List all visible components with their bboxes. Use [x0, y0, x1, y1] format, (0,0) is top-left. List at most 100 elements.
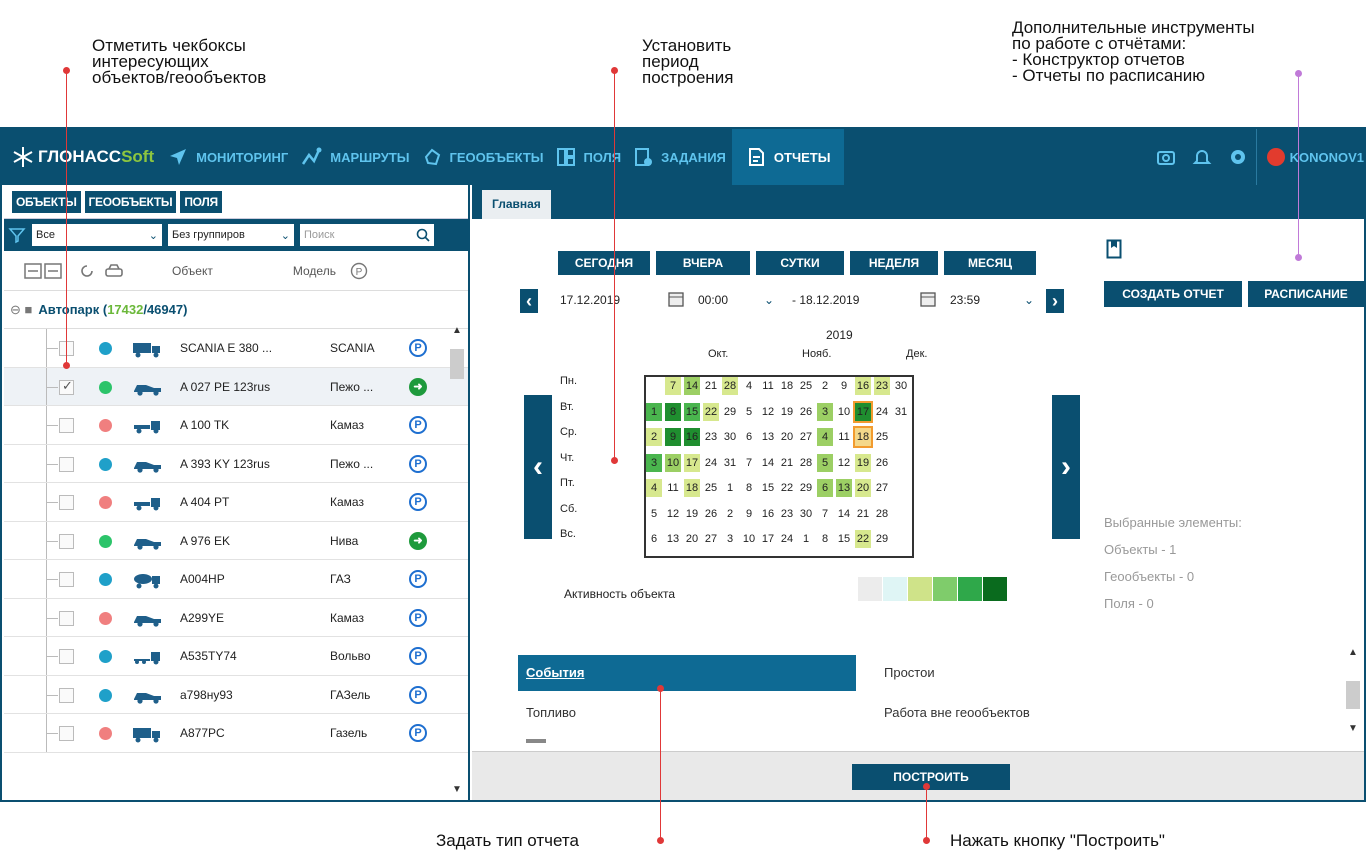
row-checkbox[interactable]: [59, 533, 74, 549]
calendar-day[interactable]: 30: [798, 504, 814, 523]
next-year-button[interactable]: ›: [1052, 395, 1080, 539]
row-checkbox[interactable]: [59, 726, 74, 741]
calendar-day[interactable]: 12: [836, 453, 852, 472]
calendar-day[interactable]: 28: [798, 453, 814, 472]
scroll-down-icon[interactable]: ▼: [452, 784, 462, 795]
scrollbar[interactable]: ▲ ▼: [450, 325, 464, 795]
calendar-day[interactable]: 29: [798, 479, 814, 497]
nav-tasks[interactable]: ЗАДАНИЯ: [627, 129, 732, 185]
calendar-day[interactable]: 20: [779, 428, 795, 446]
filter-icon[interactable]: [8, 226, 26, 244]
tab-fields[interactable]: ПОЛЯ: [180, 190, 222, 213]
camera-icon[interactable]: [1156, 147, 1176, 167]
column-object[interactable]: Объект: [172, 264, 213, 278]
refresh-icon[interactable]: [78, 262, 96, 280]
calendar-day[interactable]: 29: [722, 402, 738, 421]
calendar-day[interactable]: 8: [665, 402, 681, 421]
table-row[interactable]: A535TY74 Вольво P: [4, 637, 468, 676]
table-row[interactable]: A 393 KY 123rus Пежо ... P: [4, 444, 468, 483]
calendar-day[interactable]: 23: [779, 504, 795, 523]
calendar-day[interactable]: 5: [741, 402, 757, 421]
calendar-day[interactable]: 4: [646, 479, 662, 497]
bell-icon[interactable]: [1192, 147, 1212, 167]
calendar-day[interactable]: 1: [646, 402, 662, 421]
calendar-day[interactable]: 16: [684, 428, 700, 446]
bookmark-icon[interactable]: [1106, 239, 1122, 259]
week-button[interactable]: НЕДЕЛЯ: [850, 251, 938, 275]
row-checkbox[interactable]: [59, 610, 74, 626]
date-from[interactable]: 17.12.2019: [560, 293, 620, 307]
calendar-day[interactable]: 3: [646, 453, 662, 472]
calendar-day[interactable]: 13: [665, 530, 681, 548]
calendar-day[interactable]: 19: [855, 453, 871, 472]
tab-objects[interactable]: ОБЪЕКТЫ: [12, 190, 81, 213]
chevron-down-icon[interactable]: ⌄: [1024, 293, 1034, 307]
create-report-button[interactable]: СОЗДАТЬ ОТЧЕТ: [1104, 281, 1242, 307]
schedule-button[interactable]: РАСПИСАНИЕ: [1248, 281, 1364, 307]
calendar-day[interactable]: 24: [874, 402, 890, 421]
table-row[interactable]: A 100 TK Камаз P: [4, 406, 468, 445]
calendar-day[interactable]: 14: [760, 453, 776, 472]
calendar-day[interactable]: 15: [760, 479, 776, 497]
calendar-day[interactable]: 26: [874, 453, 890, 472]
calendar-day[interactable]: 1: [722, 479, 738, 497]
table-row[interactable]: SCANIA E 380 ... SCANIA P: [4, 329, 468, 368]
calendar-day[interactable]: 21: [855, 504, 871, 523]
calendar-day[interactable]: 23: [703, 428, 719, 446]
calendar-day[interactable]: 3: [722, 530, 738, 548]
calendar-day[interactable]: 18: [853, 426, 873, 448]
calendar-day[interactable]: 12: [760, 402, 776, 421]
calendar-day[interactable]: 15: [684, 402, 700, 421]
row-checkbox[interactable]: [59, 649, 74, 664]
calendar-day[interactable]: 4: [817, 428, 833, 446]
calendar-day[interactable]: 13: [836, 479, 852, 497]
calendar-day[interactable]: 24: [779, 530, 795, 548]
calendar-day[interactable]: 28: [874, 504, 890, 523]
day-button[interactable]: СУТКИ: [756, 251, 844, 275]
calendar-day[interactable]: 11: [760, 377, 776, 395]
chevron-down-icon[interactable]: ⌄: [764, 293, 774, 307]
calendar-icon[interactable]: [920, 291, 936, 307]
prev-year-button[interactable]: ‹: [524, 395, 552, 539]
scroll-down-icon[interactable]: ▼: [1348, 723, 1358, 734]
calendar-day[interactable]: 2: [646, 428, 662, 446]
calendar-day[interactable]: 10: [665, 453, 681, 472]
calendar-day[interactable]: 29: [874, 530, 890, 548]
row-checkbox[interactable]: [59, 687, 74, 703]
calendar-day[interactable]: 4: [741, 377, 757, 395]
table-row[interactable]: a798ну93 ГАЗель P: [4, 675, 468, 714]
scroll-up-icon[interactable]: ▲: [452, 325, 462, 336]
row-checkbox[interactable]: [59, 456, 74, 472]
calendar-day[interactable]: 8: [741, 479, 757, 497]
calendar-day[interactable]: 22: [703, 402, 719, 421]
calendar-day[interactable]: 5: [646, 504, 662, 523]
scroll-up-icon[interactable]: ▲: [1348, 647, 1358, 658]
search-icon[interactable]: [416, 228, 430, 242]
calendar-day[interactable]: 14: [684, 377, 700, 395]
nav-routes[interactable]: МАРШРУТЫ: [294, 129, 415, 185]
report-item-idle[interactable]: Простои: [884, 665, 935, 680]
calendar-day[interactable]: 14: [836, 504, 852, 523]
group-autopark[interactable]: ⊖ ■ Автопарк (17432/46947): [4, 291, 468, 329]
calendar-day[interactable]: 2: [722, 504, 738, 523]
calendar-day[interactable]: 17: [760, 530, 776, 548]
table-row[interactable]: A004HP ГАЗ P: [4, 560, 468, 599]
time-to[interactable]: 23:59: [950, 293, 980, 307]
gear-icon[interactable]: [1228, 147, 1248, 167]
row-checkbox[interactable]: [59, 572, 74, 587]
calendar-day[interactable]: 18: [779, 377, 795, 395]
table-row[interactable]: A 976 EK Нива ➜: [4, 521, 468, 560]
calendar-icon[interactable]: [668, 291, 684, 307]
report-item-outside-geo[interactable]: Работа вне геообъектов: [884, 705, 1030, 720]
calendar-day[interactable]: 9: [665, 428, 681, 446]
calendar-day[interactable]: 26: [703, 504, 719, 523]
calendar-day[interactable]: 9: [741, 504, 757, 523]
nav-fields[interactable]: ПОЛЯ: [550, 129, 628, 185]
calendar-day[interactable]: 7: [741, 453, 757, 472]
today-button[interactable]: СЕГОДНЯ: [558, 251, 650, 275]
calendar-day[interactable]: 27: [874, 479, 890, 497]
calendar-day[interactable]: 31: [893, 402, 909, 421]
calendar-day[interactable]: 10: [741, 530, 757, 548]
calendar-day[interactable]: 25: [798, 377, 814, 395]
calendar-day[interactable]: 3: [817, 402, 833, 421]
